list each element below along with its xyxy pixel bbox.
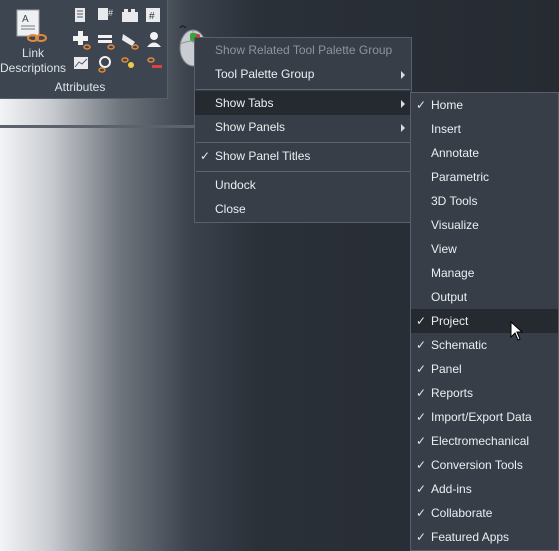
tab-item-label: Electromechanical [431, 434, 530, 448]
tab-item-label: Featured Apps [431, 530, 510, 544]
menu-separator [196, 171, 410, 172]
tab-item-panel[interactable]: ✓ Panel [411, 357, 558, 381]
checkmark-icon: ✓ [416, 98, 427, 112]
tab-item-conversion-tools[interactable]: ✓ Conversion Tools [411, 453, 558, 477]
checkmark-icon: ✓ [416, 530, 427, 544]
ribbon-panel-title: Attributes [54, 80, 106, 94]
tab-item-home[interactable]: ✓ Home [411, 93, 558, 117]
tab-item-label: Insert [431, 122, 462, 136]
tab-item-label: Schematic [431, 338, 488, 352]
svg-text:#: # [149, 11, 155, 22]
menu-item-show-tabs[interactable]: Show Tabs [195, 91, 411, 115]
tab-item-label: Reports [431, 386, 474, 400]
submenu-arrow-icon [401, 71, 405, 79]
tab-item-label: Conversion Tools [431, 458, 523, 472]
submenu-arrow-icon [401, 100, 405, 108]
tab-item-annotate[interactable]: Annotate [411, 141, 558, 165]
tab-item-electromechanical[interactable]: ✓ Electromechanical [411, 429, 558, 453]
tab-item-label: Home [431, 98, 464, 112]
tab-item-add-ins[interactable]: ✓ Add-ins [411, 477, 558, 501]
tab-item-label: Project [431, 314, 469, 328]
tab-item-label: Panel [431, 362, 462, 376]
remove-attribute-icon[interactable] [144, 54, 164, 74]
mouse-cursor-icon [510, 321, 524, 341]
tab-item-label: Visualize [431, 218, 479, 232]
link-descriptions-icon: A [16, 9, 47, 42]
link-descriptions-label: Link Descriptions [0, 46, 66, 76]
squeeze-attribute-icon[interactable] [120, 30, 140, 50]
tab-item-label: Parametric [431, 170, 490, 184]
tab-item-label: Import/Export Data [431, 410, 532, 424]
move-attribute-icon[interactable] [96, 30, 116, 50]
svg-text:#: # [108, 8, 113, 18]
tab-item-view[interactable]: View [411, 237, 558, 261]
tab-item-reports[interactable]: ✓ Reports [411, 381, 558, 405]
tab-item-project[interactable]: ✓ Project [411, 309, 558, 333]
tab-item-manage[interactable]: Manage [411, 261, 558, 285]
ribbon-context-menu: Show Related Tool Palette Group Tool Pal… [194, 37, 412, 223]
tab-item-schematic[interactable]: ✓ Schematic [411, 333, 558, 357]
link-label-line1: Link [21, 46, 44, 60]
menu-item-show-panels[interactable]: Show Panels [195, 115, 411, 139]
ribbon-attributes-panel: A Link Descriptions # # Attributes [0, 0, 168, 99]
checkmark-icon: ✓ [200, 149, 211, 163]
search-attribute-icon[interactable] [96, 54, 116, 74]
checkmark-icon: ✓ [416, 434, 427, 448]
link-label-line2: Descriptions [0, 61, 67, 75]
menu-separator [196, 142, 410, 143]
tab-item-visualize[interactable]: Visualize [411, 213, 558, 237]
tab-item-output[interactable]: Output [411, 285, 558, 309]
tab-item-label: Add-ins [431, 482, 472, 496]
chart-attribute-icon[interactable] [72, 54, 92, 74]
menu-separator [196, 89, 410, 90]
checkmark-icon: ✓ [416, 482, 427, 496]
tab-item-label: Annotate [431, 146, 480, 160]
attribute-block-icon[interactable] [120, 6, 140, 26]
checkmark-icon: ✓ [416, 314, 427, 328]
menu-item-tool-palette-group[interactable]: Tool Palette Group [195, 62, 411, 86]
tab-item-label: 3D Tools [431, 194, 478, 208]
checkmark-icon: ✓ [416, 338, 427, 352]
attribute-table-icon[interactable] [72, 6, 92, 26]
submenu-arrow-icon [401, 124, 405, 132]
tab-item-label: Manage [431, 266, 475, 280]
checkmark-icon: ✓ [416, 458, 427, 472]
attribute-edit-icon[interactable]: # [96, 6, 116, 26]
show-tabs-submenu: ✓ Home Insert Annotate Parametric 3D Tools Vis… [410, 92, 559, 551]
tab-item-featured-apps[interactable]: ✓ Featured Apps [411, 525, 558, 549]
checkmark-icon: ✓ [416, 410, 427, 424]
tab-item-insert[interactable]: Insert [411, 117, 558, 141]
tab-item-label: View [431, 242, 457, 256]
menu-item-close[interactable]: Close [195, 197, 411, 221]
tab-item-3d-tools[interactable]: 3D Tools [411, 189, 558, 213]
menu-item-show-panel-titles[interactable]: ✓ Show Panel Titles [195, 144, 411, 168]
attribute-number-icon[interactable]: # [144, 6, 164, 26]
tab-item-parametric[interactable]: Parametric [411, 165, 558, 189]
checkmark-icon: ✓ [416, 362, 427, 376]
link-descriptions-button[interactable]: A Link Descriptions [0, 4, 66, 76]
light-attribute-icon[interactable] [120, 54, 140, 74]
tab-item-collaborate[interactable]: ✓ Collaborate [411, 501, 558, 525]
menu-item-show-related-tool-palette-group: Show Related Tool Palette Group [215, 43, 393, 57]
checkmark-icon: ✓ [416, 506, 427, 520]
tab-item-label: Output [431, 290, 468, 304]
tab-item-label: Collaborate [431, 506, 493, 520]
svg-text:A: A [22, 14, 29, 25]
add-attribute-icon[interactable] [72, 30, 92, 50]
menu-item-undock[interactable]: Undock [195, 173, 411, 197]
tab-item-import-export-data[interactable]: ✓ Import/Export Data [411, 405, 558, 429]
user-attribute-icon[interactable] [144, 30, 164, 50]
checkmark-icon: ✓ [416, 386, 427, 400]
